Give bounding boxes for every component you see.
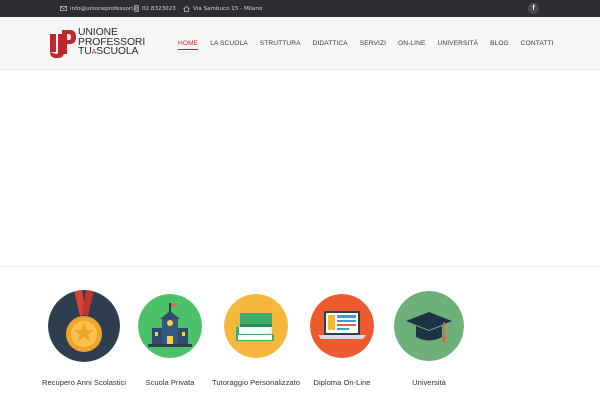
logo-text: UNIONE PROFESSORI TUASCUOLA	[78, 28, 145, 58]
top-bar: info@unioneprofessori.it 02.8323023 Via …	[0, 0, 600, 17]
nav-item-struttura[interactable]: STRUTTURA	[254, 17, 307, 70]
nav-item-didattica[interactable]: DIDATTICA	[307, 17, 354, 70]
service-universita[interactable]: Università	[384, 290, 474, 389]
nav-item-contatti[interactable]: CONTATTI	[515, 17, 560, 70]
facebook-letter: f	[532, 5, 535, 12]
logo-line-3-a: TU	[78, 46, 92, 58]
topbar-address: Via Sambuco 15 - Milano	[183, 0, 262, 17]
medal-icon	[48, 290, 120, 362]
nav-item-la-scuola[interactable]: LA SCUOLA	[204, 17, 254, 70]
service-tutoraggio[interactable]: Tutoraggio Personalizzato	[211, 290, 301, 389]
phone-icon	[134, 5, 139, 12]
logo-line-3-c: SCUOLA	[96, 46, 139, 58]
service-label: Scuola Privata	[145, 378, 195, 387]
school-building-icon	[138, 294, 202, 358]
service-diploma-online[interactable]: Diploma On-Line	[297, 290, 387, 389]
site-logo[interactable]: UNIONE PROFESSORI TUASCUOLA	[50, 28, 150, 60]
service-label: Recupero Anni Scolastici	[42, 378, 126, 387]
laptop-icon	[310, 294, 374, 358]
hero-slider	[0, 70, 600, 267]
topbar-email-text: info@unioneprofessori.it	[70, 5, 139, 12]
service-recupero[interactable]: Recupero Anni Scolastici	[39, 290, 129, 389]
home-icon	[183, 5, 190, 12]
service-scuola-privata[interactable]: Scuola Privata	[125, 290, 215, 389]
service-label: Università	[412, 378, 446, 387]
services-section: Recupero Anni Scolastici Scuola Privata	[0, 268, 600, 400]
envelope-icon	[60, 6, 67, 11]
facebook-icon[interactable]: f	[528, 3, 539, 14]
topbar-address-text: Via Sambuco 15 - Milano	[193, 5, 263, 12]
header: UNIONE PROFESSORI TUASCUOLA HOME LA SCUO…	[0, 17, 600, 70]
nav-item-home[interactable]: HOME	[172, 17, 204, 70]
nav-item-universita[interactable]: UNIVERSITÀ	[431, 17, 484, 70]
books-icon	[224, 294, 288, 358]
topbar-phone-text: 02.8323023	[142, 5, 176, 12]
logo-line-3: TUASCUOLA	[78, 46, 145, 58]
service-label: Tutoraggio Personalizzato	[212, 378, 300, 387]
graduation-cap-icon	[394, 291, 464, 361]
nav-item-on-line[interactable]: ON-LINE	[392, 17, 431, 70]
main-nav: HOME LA SCUOLA STRUTTURA DIDATTICA SERVI…	[172, 17, 560, 70]
logo-mark-icon	[50, 30, 76, 58]
topbar-phone[interactable]: 02.8323023	[134, 0, 176, 17]
service-label: Diploma On-Line	[313, 378, 371, 387]
nav-item-blog[interactable]: BLOG	[484, 17, 515, 70]
topbar-email[interactable]: info@unioneprofessori.it	[60, 0, 138, 17]
nav-item-servizi[interactable]: SERVIZI	[354, 17, 392, 70]
